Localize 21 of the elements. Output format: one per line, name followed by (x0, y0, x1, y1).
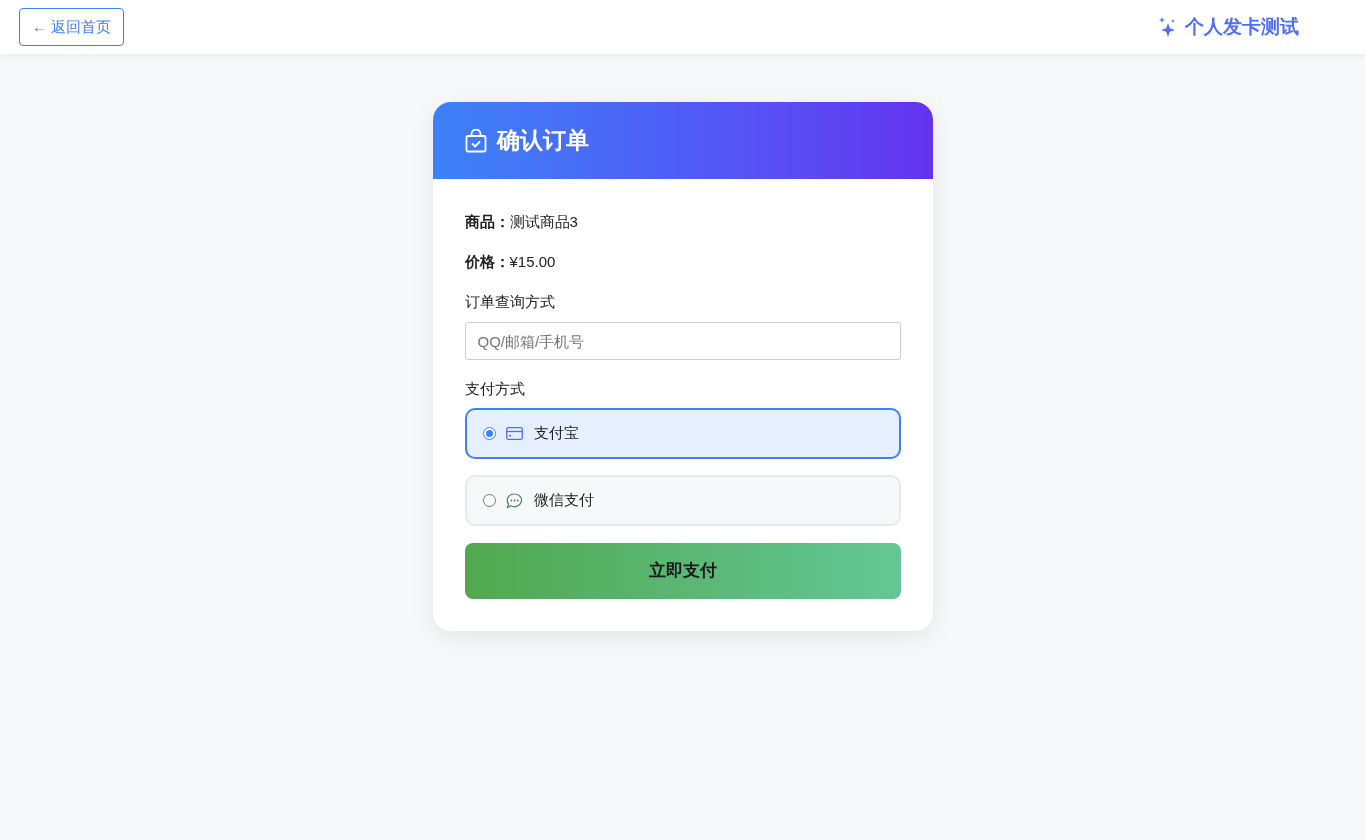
brand-title: 个人发卡测试 (1185, 14, 1299, 39)
back-button[interactable]: ← 返回首页 (19, 8, 125, 46)
radio-button[interactable] (482, 427, 496, 440)
option-label: 支付宝 (533, 423, 579, 444)
chat-bubble-icon (505, 492, 523, 509)
card-icon (505, 427, 523, 440)
field-label: 支付方式 (464, 379, 526, 399)
shopping-bag-icon (464, 128, 487, 153)
option-label: 微信支付 (533, 490, 594, 511)
radio-button[interactable] (482, 494, 496, 507)
field-value: 测试商品3 (509, 212, 578, 232)
field-value: ¥15.00 (509, 252, 556, 272)
field-label: 订单查询方式 (464, 292, 556, 312)
field-label: 商品： (464, 212, 510, 232)
query-input[interactable]: QQ/邮箱/手机号 (464, 322, 901, 360)
sparkle-icon (1159, 17, 1177, 37)
card-title: 确认订单 (496, 126, 589, 156)
field-label: 价格： (464, 252, 510, 272)
payment-option[interactable]: 支付宝 (464, 408, 901, 459)
payment-option[interactable]: 微信支付 (464, 475, 901, 526)
pay-button[interactable]: 立即支付 (464, 543, 901, 599)
